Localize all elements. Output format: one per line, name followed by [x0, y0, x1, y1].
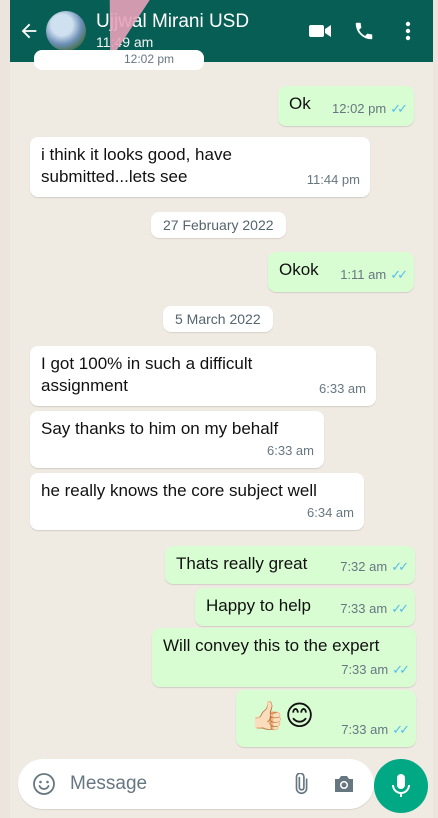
message-text: Ok: [289, 94, 311, 113]
message-bubble-outgoing[interactable]: Okok 1:11 am ✓✓: [268, 252, 414, 292]
message-bubble-incoming[interactable]: he really knows the core subject well 6:…: [30, 473, 364, 530]
camera-icon[interactable]: [330, 770, 358, 798]
message-time: 7:33 am: [340, 601, 388, 616]
microphone-button[interactable]: [374, 759, 428, 813]
message-input-bar: Message: [18, 759, 374, 809]
message-bubble-outgoing[interactable]: Happy to help 7:33 am ✓✓: [195, 588, 415, 626]
message-time: 7:33 am: [341, 662, 389, 677]
message-input[interactable]: Message: [70, 773, 286, 795]
message-text-line-2: submitted...lets see: [41, 167, 188, 186]
voice-call-icon[interactable]: [351, 18, 377, 44]
message-time: 12:02 pm: [124, 52, 175, 66]
message-bubble-incoming[interactable]: i think it looks good, have submitted...l…: [30, 137, 370, 197]
message-text: Happy to help: [206, 596, 311, 615]
partial-message-bubble: 12:02 pm: [34, 50, 204, 70]
message-time: 11:44 pm: [306, 172, 360, 187]
message-time: 7:33 am: [341, 722, 389, 737]
message-time: 1:11 am: [340, 267, 387, 282]
more-options-icon[interactable]: [395, 18, 421, 44]
message-time: 6:33 am: [319, 381, 366, 396]
message-text-line-2: assignment: [41, 376, 128, 395]
message-text: Say thanks to him on my behalf: [41, 419, 279, 438]
read-ticks-icon: ✓✓: [391, 601, 409, 616]
message-time: 7:32 am: [340, 559, 388, 574]
chat-screen: Ujjwal Mirani USD 11:49 am 12:02 pm Ok 1…: [10, 0, 433, 818]
message-bubble-outgoing[interactable]: 👍🏻😊 7:33 am ✓✓: [236, 690, 416, 747]
message-bubble-incoming[interactable]: I got 100% in such a difficult assignment…: [30, 346, 376, 406]
message-text-line-1: i think it looks good, have: [41, 145, 232, 164]
message-text: Thats really great: [176, 554, 308, 573]
read-ticks-icon: ✓✓: [392, 662, 410, 677]
message-time: 6:34 am: [307, 505, 354, 520]
emoji-message: 👍🏻😊: [250, 700, 315, 731]
read-ticks-icon: ✓✓: [392, 722, 410, 737]
message-bubble-incoming[interactable]: Say thanks to him on my behalf 6:33 am: [30, 411, 324, 468]
message-text: Will convey this to the expert: [163, 636, 380, 655]
message-text-line-1: I got 100% in such a difficult: [41, 354, 253, 373]
read-ticks-icon: ✓✓: [391, 559, 409, 574]
video-call-icon[interactable]: [307, 18, 333, 44]
date-separator: 27 February 2022: [151, 212, 286, 238]
message-bubble-outgoing[interactable]: Ok 12:02 pm ✓✓: [278, 86, 414, 126]
date-separator: 5 March 2022: [163, 306, 273, 332]
read-ticks-icon: ✓✓: [390, 101, 408, 116]
microphone-icon: [392, 774, 410, 797]
back-arrow-icon[interactable]: [16, 18, 42, 44]
message-time: 12:02 pm: [332, 101, 387, 116]
read-ticks-icon: ✓✓: [390, 267, 408, 282]
message-bubble-outgoing[interactable]: Will convey this to the expert 7:33 am ✓✓: [152, 628, 416, 687]
message-text: he really knows the core subject well: [41, 481, 317, 500]
attach-icon[interactable]: [286, 770, 314, 798]
contact-avatar[interactable]: [46, 11, 86, 51]
emoji-icon[interactable]: [30, 770, 58, 798]
message-bubble-outgoing[interactable]: Thats really great 7:32 am ✓✓: [165, 546, 415, 584]
message-text: Okok: [279, 260, 319, 279]
message-time: 6:33 am: [267, 443, 314, 458]
